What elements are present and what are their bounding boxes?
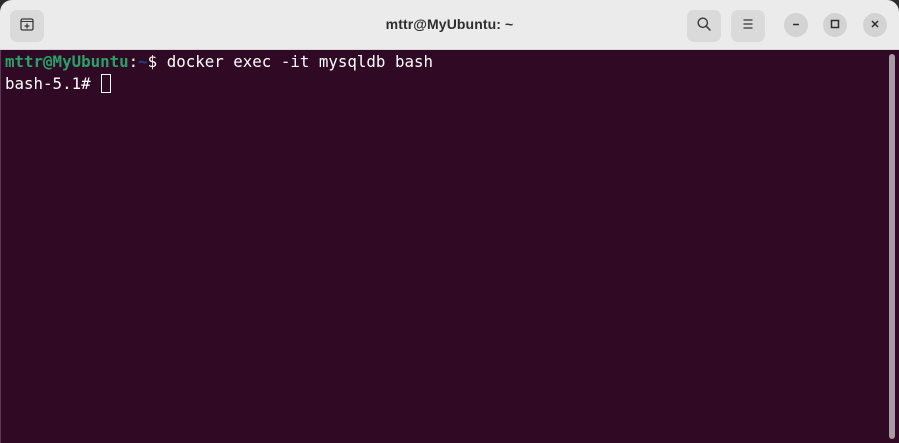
prompt-symbol: $ [147, 52, 167, 71]
window-border [0, 50, 1, 443]
scrollbar[interactable] [889, 54, 895, 439]
maximize-button[interactable] [823, 13, 847, 37]
maximize-icon [830, 16, 840, 34]
close-icon [870, 16, 880, 34]
terminal-output[interactable]: mttr@MyUbuntu:~$ docker exec -it mysqldb… [0, 50, 899, 443]
header-bar: mttr@MyUbuntu: ~ [0, 0, 899, 50]
prompt-cwd: ~ [138, 52, 148, 71]
terminal-line: bash-5.1# [5, 73, 112, 95]
search-icon [696, 16, 712, 37]
bash-prompt: bash-5.1# [5, 74, 101, 93]
menu-button[interactable] [731, 10, 765, 42]
search-button[interactable] [687, 10, 721, 42]
hamburger-menu-icon [740, 16, 756, 37]
command-text: docker exec -it mysqldb bash [166, 52, 433, 71]
close-button[interactable] [863, 13, 887, 37]
minimize-icon [791, 16, 801, 34]
terminal-line: mttr@MyUbuntu:~$ docker exec -it mysqldb… [5, 51, 433, 73]
minimize-button[interactable] [784, 13, 808, 37]
text-cursor [101, 74, 112, 93]
prompt-colon: : [128, 52, 139, 71]
prompt-user-host: mttr@MyUbuntu [5, 52, 129, 71]
terminal-window: mttr@MyUbuntu: ~ mttr@MyUbuntu:~$ docker… [0, 0, 899, 443]
